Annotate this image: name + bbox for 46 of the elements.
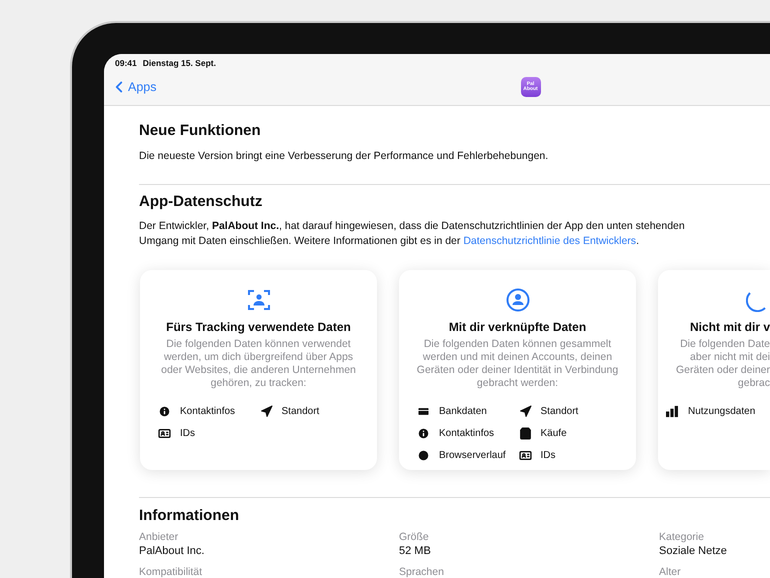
bar-chart-icon — [666, 404, 679, 418]
info-label: Kompatibilität — [139, 566, 204, 578]
id-card-icon — [158, 426, 171, 440]
data-type-label: IDs — [180, 426, 195, 441]
privacy-text: Der Entwickler, PalAbout Inc., hat darauf hingewiesen, dass die Datenschutzrichtlinien der App den unten stehenden Umgang mit Daten einschließen. Weitere Informationen gibt es in der Datenschutzrichtlinie des Entwicklers. — [139, 218, 686, 249]
id-card-icon — [518, 448, 532, 462]
location-arrow-icon — [518, 404, 532, 418]
data-type-label: Standort — [540, 404, 578, 419]
card-description: Die folgenden Daten können gesammelt werden und mit deinen Accounts, deinen Geräten oder deiner Identität in Verbindung gebracht werden: — [416, 338, 620, 390]
section-title: App-Datenschutz — [139, 192, 264, 212]
card-title: Fürs Tracking verwendete Daten — [166, 318, 351, 336]
info-label: Sprachen — [399, 566, 445, 578]
info-value: 52 MB — [399, 544, 432, 558]
info-label: Größe — [399, 531, 430, 544]
info-label: Kategorie — [659, 531, 705, 544]
data-type-label: Kontaktinfos — [439, 426, 494, 441]
data-type-label: Käufe — [540, 426, 567, 441]
data-type-label: Kontaktinfos — [180, 404, 236, 419]
data-type-label: Bankdaten — [439, 404, 487, 419]
section-title: Informationen — [139, 506, 240, 526]
privacy-policy-link[interactable]: Datenschutzrichtlinie des Entwicklers — [463, 234, 636, 247]
card-description: Die folgenden Daten können verwendet werden, um dich übergreifend über Apps oder Websites, die anderen Unternehmen gehören, zu tracken: — [160, 338, 357, 390]
card-title: Mit dir verknüpfte Daten — [448, 318, 586, 336]
back-button[interactable]: Apps — [104, 78, 156, 97]
data-type-label: Standort — [282, 404, 320, 419]
card-title: Nicht mit dir v — [690, 318, 770, 336]
card-description-line: Die folgenden Date — [680, 338, 770, 351]
user-circle-icon — [506, 288, 530, 312]
status-date: Dienstag 15. Sept. — [142, 57, 216, 70]
info-icon — [158, 404, 171, 418]
section-title: Neue Funktionen — [139, 121, 262, 141]
info-icon — [417, 426, 430, 440]
data-type-label: Browserverlauf — [439, 448, 506, 463]
info-label: Alter — [659, 566, 682, 578]
info-value: Soziale Netze — [659, 544, 728, 558]
whats-new-text: Die neueste Version bringt eine Verbesserung der Performance und Fehlerbehebungen. — [139, 148, 550, 164]
data-type-label: IDs — [540, 448, 556, 463]
info-label: Anbieter — [139, 531, 180, 544]
tracking-person-icon — [246, 288, 270, 312]
card-description-line: aber nicht mit dei — [690, 350, 770, 364]
status-time: 09:41 — [115, 57, 137, 70]
card-description-line: Geräten oder deiner — [676, 364, 770, 377]
data-type-label: Nutzungsdaten — [688, 404, 756, 419]
card-description-line: gebrac — [738, 376, 770, 390]
info-value: PalAbout Inc. — [139, 544, 206, 558]
location-arrow-icon — [260, 404, 272, 418]
